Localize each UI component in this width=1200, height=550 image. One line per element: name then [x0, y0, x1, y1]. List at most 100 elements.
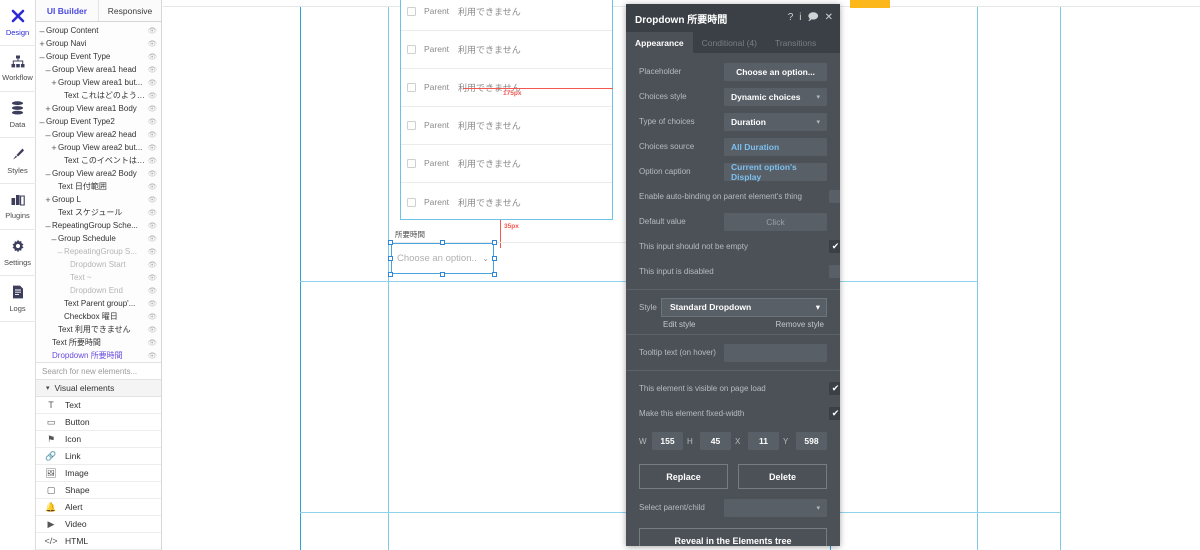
table-row[interactable]: Parent利用できません: [401, 107, 612, 145]
table-row[interactable]: Parent利用できません: [401, 183, 612, 221]
input-height[interactable]: 45: [700, 432, 731, 450]
palette-item[interactable]: TText: [36, 397, 161, 414]
input-x[interactable]: 11: [748, 432, 779, 450]
tree-node[interactable]: Text スケジュール👁: [36, 206, 161, 219]
tree-node[interactable]: Dropdown End👁: [36, 284, 161, 297]
palette-item[interactable]: 🔔Alert: [36, 499, 161, 516]
checkbox-auto-binding[interactable]: [829, 190, 840, 203]
tree-node[interactable]: –Group View area2 head👁: [36, 128, 161, 141]
eye-icon[interactable]: 👁: [147, 182, 158, 191]
rail-item-logs[interactable]: Logs: [0, 276, 36, 322]
input-y[interactable]: 598: [796, 432, 827, 450]
eye-icon[interactable]: 👁: [147, 143, 158, 152]
eye-icon[interactable]: 👁: [147, 247, 158, 256]
edit-style-link[interactable]: Edit style: [663, 320, 695, 329]
input-choices-source[interactable]: All Duration: [724, 138, 827, 156]
input-width[interactable]: 155: [652, 432, 683, 450]
eye-icon[interactable]: 👁: [147, 299, 158, 308]
rail-item-data[interactable]: Data: [0, 92, 36, 138]
tree-node[interactable]: +Group View area2 but...👁: [36, 141, 161, 154]
input-default-value[interactable]: Click: [724, 213, 827, 231]
select-choices-style[interactable]: Dynamic choices ▾: [724, 88, 827, 106]
expand-icon[interactable]: +: [50, 78, 58, 88]
checkbox-icon[interactable]: [407, 45, 416, 54]
resize-handle-se[interactable]: [492, 272, 497, 277]
eye-icon[interactable]: 👁: [147, 234, 158, 243]
help-icon[interactable]: ?: [788, 13, 794, 23]
tree-node[interactable]: –RepeatingGroup S...👁: [36, 245, 161, 258]
palette-item[interactable]: ⚑Icon: [36, 431, 161, 448]
input-tooltip[interactable]: [724, 344, 827, 362]
resize-handle-sw[interactable]: [388, 272, 393, 277]
eye-icon[interactable]: 👁: [147, 325, 158, 334]
eye-icon[interactable]: 👁: [147, 104, 158, 113]
collapse-icon[interactable]: –: [38, 52, 46, 62]
tree-node[interactable]: Checkbox 曜日👁: [36, 310, 161, 323]
tree-node[interactable]: Text 日付範囲👁: [36, 180, 161, 193]
resize-handle-w[interactable]: [388, 256, 393, 261]
expand-icon[interactable]: +: [44, 104, 52, 114]
tree-node[interactable]: –Group View area1 head👁: [36, 63, 161, 76]
eye-icon[interactable]: 👁: [147, 65, 158, 74]
eye-icon[interactable]: 👁: [147, 91, 158, 100]
tree-node[interactable]: –Group Event Type👁: [36, 50, 161, 63]
rail-item-workflow[interactable]: Workflow: [0, 46, 36, 92]
expand-icon[interactable]: +: [50, 143, 58, 153]
close-icon[interactable]: ✕: [825, 13, 833, 23]
palette-item[interactable]: ▭Button: [36, 414, 161, 431]
info-icon[interactable]: i: [799, 13, 801, 23]
input-placeholder[interactable]: Choose an option...: [724, 63, 827, 81]
tree-node[interactable]: Text これはどのような...👁: [36, 89, 161, 102]
eye-icon[interactable]: 👁: [147, 169, 158, 178]
tree-node[interactable]: Dropdown 所要時間👁: [36, 349, 161, 362]
select-parent-child[interactable]: ▾: [724, 499, 827, 517]
eye-icon[interactable]: 👁: [147, 195, 158, 204]
tab-conditional[interactable]: Conditional (4): [693, 32, 766, 53]
table-row[interactable]: Parent利用できません: [401, 31, 612, 69]
table-row[interactable]: Parent利用できません: [401, 145, 612, 183]
palette-item[interactable]: ▢Shape: [36, 482, 161, 499]
tree-node[interactable]: +Group View area1 but...👁: [36, 76, 161, 89]
tree-node[interactable]: Text 所要時間👁: [36, 336, 161, 349]
delete-button[interactable]: Delete: [738, 464, 827, 489]
tree-node[interactable]: +Group View area1 Body👁: [36, 102, 161, 115]
select-style[interactable]: Standard Dropdown ▾: [661, 298, 827, 317]
tab-responsive[interactable]: Responsive: [99, 0, 161, 21]
checkbox-not-empty[interactable]: ✔: [829, 240, 840, 253]
table-row[interactable]: Parent利用できません: [401, 0, 612, 31]
eye-icon[interactable]: 👁: [147, 117, 158, 126]
tab-appearance[interactable]: Appearance: [626, 32, 693, 53]
collapse-icon[interactable]: –: [50, 234, 58, 244]
eye-icon[interactable]: 👁: [147, 26, 158, 35]
tree-node[interactable]: Text このイベントはい...👁: [36, 154, 161, 167]
replace-button[interactable]: Replace: [639, 464, 728, 489]
collapse-icon[interactable]: –: [44, 130, 52, 140]
checkbox-icon[interactable]: [407, 83, 416, 92]
expand-icon[interactable]: +: [44, 195, 52, 205]
tree-node[interactable]: –RepeatingGroup Sche...👁: [36, 219, 161, 232]
collapse-icon[interactable]: –: [44, 65, 52, 75]
eye-icon[interactable]: 👁: [147, 130, 158, 139]
expand-icon[interactable]: +: [38, 39, 46, 49]
resize-handle-nw[interactable]: [388, 240, 393, 245]
input-option-caption[interactable]: Current option's Display: [724, 163, 827, 181]
eye-icon[interactable]: 👁: [147, 312, 158, 321]
rail-item-styles[interactable]: Styles: [0, 138, 36, 184]
eye-icon[interactable]: 👁: [147, 156, 158, 165]
repeating-group-schedule[interactable]: Parent利用できませんParent利用できませんParent利用できませんP…: [400, 0, 613, 220]
tree-node[interactable]: +Group L👁: [36, 193, 161, 206]
resize-handle-n[interactable]: [440, 240, 445, 245]
rail-item-plugins[interactable]: Plugins: [0, 184, 36, 230]
eye-icon[interactable]: 👁: [147, 338, 158, 347]
eye-icon[interactable]: 👁: [147, 221, 158, 230]
dropdown-shoyo-jikan[interactable]: Choose an option.. ⌄: [391, 243, 494, 274]
checkbox-fixed-width[interactable]: ✔: [829, 407, 840, 420]
eye-icon[interactable]: 👁: [147, 260, 158, 269]
checkbox-visible-on-load[interactable]: ✔: [829, 382, 840, 395]
eye-icon[interactable]: 👁: [147, 78, 158, 87]
collapse-icon[interactable]: –: [38, 26, 46, 36]
search-input[interactable]: Search for new elements...: [36, 362, 161, 380]
rail-item-design[interactable]: Design: [0, 0, 36, 46]
palette-item[interactable]: ▶Video: [36, 516, 161, 533]
eye-icon[interactable]: 👁: [147, 52, 158, 61]
